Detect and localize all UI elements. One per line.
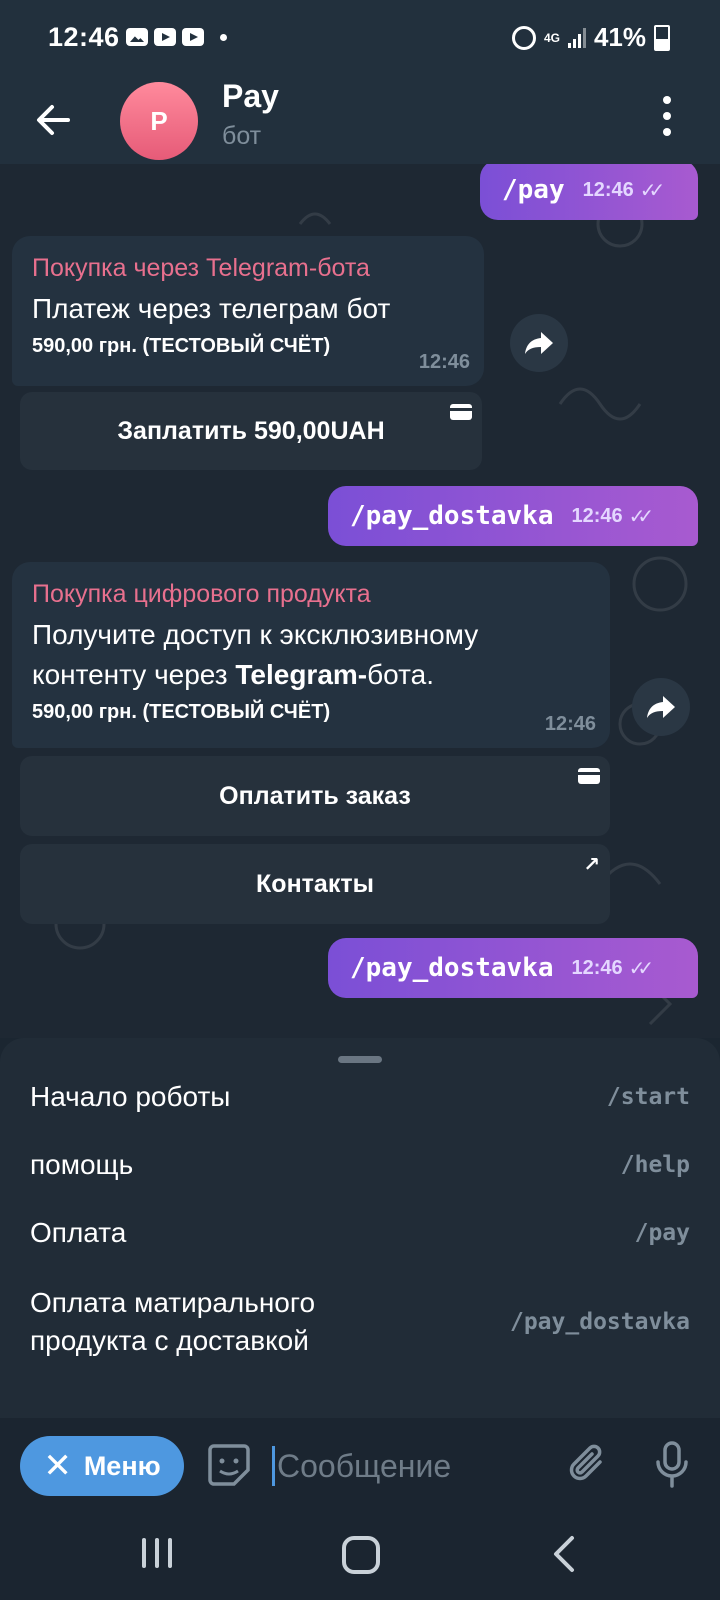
message-text: /pay	[502, 175, 565, 205]
message-text: /pay_dostavka	[350, 953, 554, 983]
invoice-title: Покупка цифрового продукта	[32, 580, 371, 608]
invoice-description: Получите доступ к эксклюзивному контенту…	[32, 619, 479, 690]
command-item-pay[interactable]: Оплата /pay	[30, 1214, 690, 1252]
read-checkmarks-icon: ✓✓	[639, 179, 665, 202]
command-code: /pay_dostavka	[509, 1309, 690, 1335]
command-label: помощь	[30, 1149, 134, 1180]
outgoing-message[interactable]: /pay 12:46 ✓✓	[480, 164, 698, 220]
chat-subtitle: бот	[222, 122, 262, 150]
message-time: 12:46	[418, 351, 470, 373]
outgoing-message[interactable]: /pay_dostavka 12:46 ✓✓	[328, 938, 698, 998]
recent-apps-icon[interactable]	[142, 1538, 172, 1568]
chat-area[interactable]: /pay 12:46 ✓✓ Покупка через Telegram-бот…	[0, 164, 720, 1038]
bot-avatar[interactable]: P	[120, 82, 198, 160]
microphone-icon[interactable]	[652, 1440, 692, 1490]
signal-icon	[567, 27, 586, 48]
message-time: 12:46	[571, 504, 623, 527]
message-time: 12:46	[582, 178, 634, 201]
chat-title[interactable]: Pay	[222, 78, 279, 115]
status-bar: 12:46 4G 41%	[0, 0, 720, 78]
sheet-drag-handle[interactable]	[338, 1056, 382, 1063]
read-checkmarks-icon: ✓✓	[628, 957, 654, 980]
pay-order-label: Оплатить заказ	[219, 781, 411, 810]
back-arrow-icon[interactable]	[34, 100, 74, 140]
command-label: Оплата	[30, 1217, 127, 1248]
share-button[interactable]	[510, 314, 568, 372]
command-item-start[interactable]: Начало роботы /start	[30, 1078, 690, 1116]
youtube-notification-icon-2	[182, 28, 204, 46]
message-time: 12:46	[544, 713, 596, 735]
battery-icon	[654, 24, 670, 51]
message-input-bar: ✕ Меню Сообщение	[0, 1418, 720, 1510]
command-code: /pay	[634, 1220, 690, 1246]
invoice-title: Покупка через Telegram-бота	[32, 254, 370, 282]
contacts-button[interactable]: Контакты ↗	[20, 844, 610, 924]
card-icon	[450, 404, 472, 420]
command-code: /start	[606, 1084, 690, 1110]
menu-button-label: Меню	[83, 1450, 161, 1481]
invoice-price: 590,00 грн. (ТЕСТОВЫЙ СЧЁТ)	[32, 335, 331, 357]
command-item-pay-dostavka[interactable]: Оплата матирального продукта с доставкой…	[30, 1284, 690, 1360]
command-label: Оплата матирального продукта с доставкой	[30, 1287, 316, 1356]
system-navigation-bar	[0, 1510, 720, 1600]
text-cursor	[272, 1446, 275, 1486]
chat-header: P Pay бот	[0, 78, 720, 164]
share-arrow-icon	[525, 332, 553, 354]
contacts-label: Контакты	[256, 869, 374, 898]
command-code: /help	[620, 1152, 690, 1178]
pay-button-label: Заплатить 590,00UAH	[117, 416, 385, 445]
outgoing-message[interactable]: /pay_dostavka 12:46 ✓✓	[328, 486, 698, 546]
invoice-message[interactable]: Покупка через Telegram-бота Платеж через…	[12, 236, 484, 386]
more-notifications-dot-icon	[220, 33, 227, 41]
card-icon	[578, 768, 600, 784]
home-icon[interactable]	[342, 1536, 380, 1574]
share-button[interactable]	[632, 678, 690, 736]
menu-button[interactable]: ✕ Меню	[20, 1436, 184, 1496]
pay-order-button[interactable]: Оплатить заказ	[20, 756, 610, 836]
external-link-icon: ↗	[583, 854, 600, 876]
sticker-icon[interactable]	[206, 1442, 252, 1488]
share-arrow-icon	[647, 696, 675, 718]
read-checkmarks-icon: ✓✓	[628, 505, 654, 528]
more-options-icon[interactable]	[662, 96, 672, 136]
command-item-help[interactable]: помощь /help	[30, 1146, 690, 1184]
pay-button[interactable]: Заплатить 590,00UAH	[20, 392, 482, 470]
command-label: Начало роботы	[30, 1081, 231, 1112]
battery-percent: 41%	[593, 22, 646, 52]
system-back-icon[interactable]	[546, 1532, 586, 1576]
alarm-icon	[511, 25, 536, 50]
network-type: 4G	[543, 30, 560, 45]
close-icon: ✕	[43, 1447, 72, 1485]
message-text: /pay_dostavka	[350, 501, 554, 531]
status-time: 12:46	[48, 22, 120, 52]
message-input[interactable]: Сообщение	[272, 1438, 532, 1494]
message-time: 12:46	[571, 956, 623, 979]
message-placeholder: Сообщение	[277, 1447, 452, 1484]
attach-icon[interactable]	[566, 1442, 610, 1488]
invoice-message[interactable]: Покупка цифрового продукта Получите дост…	[12, 562, 610, 748]
invoice-price: 590,00 грн. (ТЕСТОВЫЙ СЧЁТ)	[32, 701, 331, 723]
invoice-description: Платеж через телеграм бот	[32, 293, 391, 324]
youtube-notification-icon	[154, 28, 176, 46]
gallery-notification-icon	[126, 28, 148, 46]
bot-commands-sheet: Начало роботы /start помощь /help Оплата…	[0, 1038, 720, 1418]
